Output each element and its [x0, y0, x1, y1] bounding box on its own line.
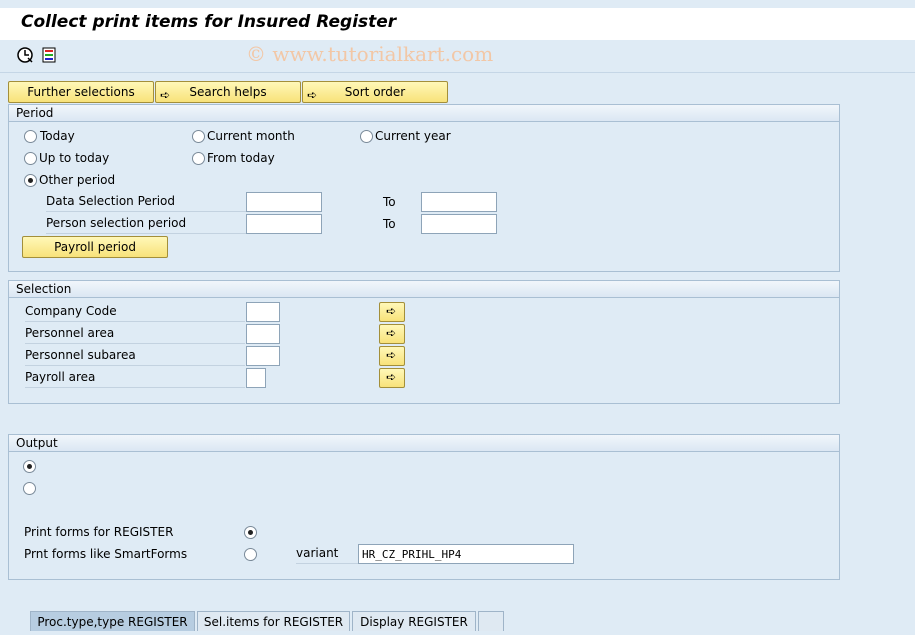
payroll-period-button[interactable]: Payroll period [22, 236, 168, 258]
up-to-today-label: Up to today [39, 151, 110, 165]
arrow-right-icon: ➪ [386, 326, 397, 340]
output-header: Output [9, 435, 839, 452]
person-selection-to-input[interactable] [421, 214, 497, 234]
payroll-area-label: Payroll area [25, 369, 245, 388]
arrow-right-icon: ➪ [307, 88, 318, 102]
variant-label: variant [296, 545, 358, 564]
data-selection-from-input[interactable] [246, 192, 322, 212]
watermark: © www.tutorialkart.com [246, 42, 494, 66]
personnel-subarea-input[interactable] [246, 346, 280, 366]
other-period-label: Other period [39, 173, 116, 187]
payroll-area-input[interactable] [246, 368, 266, 388]
from-today-radio[interactable] [192, 152, 205, 165]
search-helps-label: Search helps [189, 85, 267, 99]
multiple-selection-button[interactable]: ➪ [379, 346, 405, 366]
personnel-subarea-label: Personnel subarea [25, 347, 245, 366]
data-selection-period-label: Data Selection Period [46, 193, 246, 212]
tab-scroll[interactable] [478, 611, 504, 631]
current-year-label: Current year [375, 129, 451, 143]
multiple-selection-button[interactable]: ➪ [379, 302, 405, 322]
up-to-today-radio[interactable] [24, 152, 37, 165]
company-code-label: Company Code [25, 303, 245, 322]
print-forms-label: Print forms for REGISTER [24, 525, 174, 539]
tab-proc-type[interactable]: Proc.type,type REGISTER [30, 611, 195, 631]
print-forms-radio[interactable] [244, 526, 257, 539]
today-label: Today [40, 129, 75, 143]
variant-input[interactable] [358, 544, 574, 564]
arrow-right-icon: ➪ [386, 348, 397, 362]
to-label: To [383, 217, 396, 231]
personnel-area-input[interactable] [246, 324, 280, 344]
data-selection-to-input[interactable] [421, 192, 497, 212]
smartforms-label: Prnt forms like SmartForms [24, 547, 188, 561]
output-option-2-radio[interactable] [23, 482, 36, 495]
further-selections-button[interactable]: Further selections [8, 81, 154, 103]
sort-order-label: Sort order [344, 85, 406, 99]
company-code-input[interactable] [246, 302, 280, 322]
output-option-1-radio[interactable] [23, 460, 36, 473]
arrow-right-icon: ➪ [160, 88, 171, 102]
tab-sel-items[interactable]: Sel.items for REGISTER [197, 611, 350, 631]
get-variant-icon[interactable] [40, 46, 58, 64]
application-toolbar: © www.tutorialkart.com [0, 40, 915, 73]
clock-execute-icon[interactable] [16, 46, 34, 64]
person-selection-period-label: Person selection period [46, 215, 246, 234]
current-month-radio[interactable] [192, 130, 205, 143]
tab-strip: Proc.type,type REGISTER Sel.items for RE… [0, 611, 915, 635]
arrow-right-icon: ➪ [386, 304, 397, 318]
title-bar: Collect print items for Insured Register [0, 8, 915, 40]
from-today-label: From today [207, 151, 275, 165]
period-header: Period [9, 105, 839, 122]
current-year-radio[interactable] [360, 130, 373, 143]
multiple-selection-button[interactable]: ➪ [379, 368, 405, 388]
to-label: To [383, 195, 396, 209]
sort-order-button[interactable]: ➪ Sort order [302, 81, 448, 103]
other-period-radio[interactable] [24, 174, 37, 187]
person-selection-from-input[interactable] [246, 214, 322, 234]
smartforms-radio[interactable] [244, 548, 257, 561]
page-title: Collect print items for Insured Register [21, 12, 397, 32]
arrow-right-icon: ➪ [386, 370, 397, 384]
selection-header: Selection [9, 281, 839, 298]
multiple-selection-button[interactable]: ➪ [379, 324, 405, 344]
current-month-label: Current month [207, 129, 295, 143]
search-helps-button[interactable]: ➪ Search helps [155, 81, 301, 103]
tab-display[interactable]: Display REGISTER [352, 611, 476, 631]
today-radio[interactable] [24, 130, 37, 143]
personnel-area-label: Personnel area [25, 325, 245, 344]
